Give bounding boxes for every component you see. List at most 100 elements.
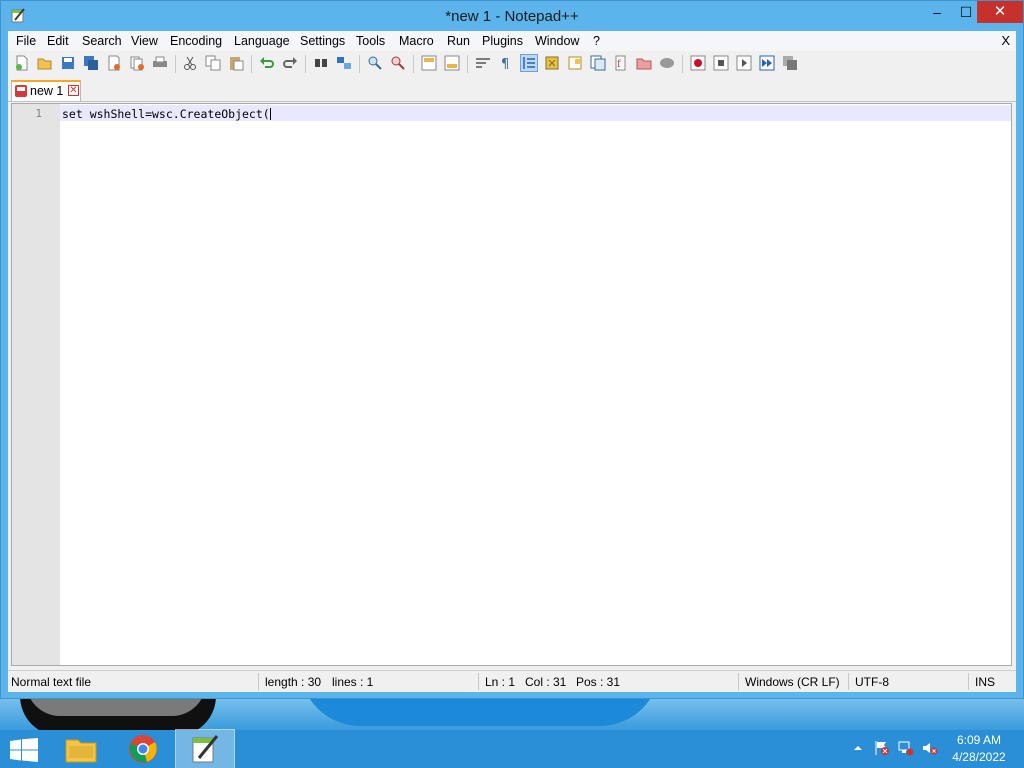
tab-label: new 1 [30,84,64,98]
indent-guide-icon[interactable] [520,54,538,72]
toolbar-separator [413,55,414,73]
window-title: *new 1 - Notepad++ [445,8,579,25]
toolbar-separator [305,55,306,73]
word-wrap-icon[interactable] [475,55,491,71]
status-pos: Pos : 31 [576,675,621,689]
save-macro-icon[interactable] [782,55,798,71]
notepad-plus-plus-icon [192,735,219,763]
status-separator [968,673,969,690]
status-ln: Ln : 1 [485,675,516,689]
sync-vertical-icon[interactable] [421,55,437,71]
redo-icon[interactable] [282,55,298,71]
doc-switcher-icon[interactable] [636,55,652,71]
action-center-icon[interactable] [874,740,890,756]
taskbar: 6:09 AM 4/28/2022 [0,729,1024,768]
network-icon[interactable] [898,740,914,756]
menu-bar: File Edit Search View Encoding Language … [8,31,1016,51]
folder-workspace-icon[interactable]: f [613,55,629,71]
toolbar-separator [467,55,468,73]
play-macro-icon[interactable] [736,55,752,71]
clock-date[interactable]: 4/28/2022 [946,750,1012,764]
toolbar-separator [359,55,360,73]
minimize-button[interactable]: – [919,1,955,23]
app-client-area: File Edit Search View Encoding Language … [8,31,1016,692]
title-bar[interactable]: *new 1 - Notepad++ – ☐ ✕ [1,1,1023,31]
menu-plugins[interactable]: Plugins [482,34,523,48]
menu-settings[interactable]: Settings [300,34,345,48]
menu-help[interactable]: ? [593,34,600,48]
save-all-icon[interactable] [83,55,99,71]
status-encoding[interactable]: UTF-8 [855,675,889,689]
editor-area[interactable]: 1 set wshShell=wsc.CreateObject( [11,103,1012,666]
menu-edit[interactable]: Edit [47,34,69,48]
taskbar-chrome[interactable] [114,730,172,768]
function-list-icon[interactable] [590,55,606,71]
status-length: length : 30 [265,675,322,689]
status-eol[interactable]: Windows (CR LF) [745,675,840,689]
stop-macro-icon[interactable] [713,55,729,71]
close-all-icon[interactable] [129,55,145,71]
notepad-window: *new 1 - Notepad++ – ☐ ✕ File Edit Searc… [0,0,1024,699]
tab-bar: new 1 ✕ [8,77,1016,102]
status-separator [478,673,479,690]
new-file-icon[interactable] [14,55,30,71]
run-macro-multiple-icon[interactable] [759,55,775,71]
menu-window[interactable]: Window [535,34,579,48]
menu-search[interactable]: Search [82,34,122,48]
status-filetype: Normal text file [11,675,92,689]
paste-icon[interactable] [228,55,244,71]
record-macro-icon[interactable] [690,55,706,71]
status-separator [738,673,739,690]
find-icon[interactable] [313,55,329,71]
status-mode[interactable]: INS [975,675,995,689]
toolbar-separator [682,55,683,73]
close-icon[interactable] [106,55,122,71]
chrome-icon [129,735,157,763]
status-separator [848,673,849,690]
taskbar-notepad-plus-plus[interactable] [175,729,235,768]
close-document-button[interactable]: X [1001,33,1010,48]
tab-new-1[interactable]: new 1 ✕ [11,80,81,101]
open-file-icon[interactable] [37,55,53,71]
sync-horizontal-icon[interactable] [444,55,460,71]
code-line[interactable]: set wshShell=wsc.CreateObject( [62,107,271,121]
menu-view[interactable]: View [131,34,158,48]
menu-run[interactable]: Run [447,34,470,48]
toolbar-separator [251,55,252,73]
line-number: 1 [35,107,42,120]
windows-start-icon[interactable] [10,738,38,762]
volume-muted-icon[interactable] [922,740,938,756]
desktop-wallpaper [0,696,1024,730]
undo-icon[interactable] [259,55,275,71]
maximize-button[interactable]: ☐ [955,1,977,23]
taskbar-file-explorer[interactable] [52,730,110,768]
user-language-icon[interactable] [544,55,560,71]
unsaved-file-icon [15,85,27,97]
show-hidden-icons-icon[interactable] [850,740,866,756]
close-window-button[interactable]: ✕ [977,1,1023,23]
status-separator [258,673,259,690]
toolbar: ¶ f [8,51,1016,77]
file-explorer-icon [65,739,97,763]
menu-language[interactable]: Language [234,34,290,48]
monitoring-icon[interactable] [659,55,675,71]
code-line-text: set wshShell=wsc.CreateObject( [62,107,270,121]
menu-file[interactable]: File [16,34,36,48]
save-icon[interactable] [60,55,76,71]
doc-map-icon[interactable] [567,55,583,71]
copy-icon[interactable] [205,55,221,71]
menu-encoding[interactable]: Encoding [170,34,222,48]
replace-icon[interactable] [336,55,352,71]
zoom-in-icon[interactable] [367,55,383,71]
close-tab-icon[interactable]: ✕ [68,85,79,96]
line-number-gutter: 1 [12,104,60,665]
menu-macro[interactable]: Macro [399,34,434,48]
zoom-out-icon[interactable] [390,55,406,71]
svg-text:¶: ¶ [501,57,509,71]
menu-tools[interactable]: Tools [356,34,385,48]
status-lines: lines : 1 [332,675,374,689]
print-icon[interactable] [152,55,168,71]
show-all-chars-icon[interactable]: ¶ [498,55,514,71]
clock-time[interactable]: 6:09 AM [946,733,1012,747]
cut-icon[interactable] [182,55,198,71]
